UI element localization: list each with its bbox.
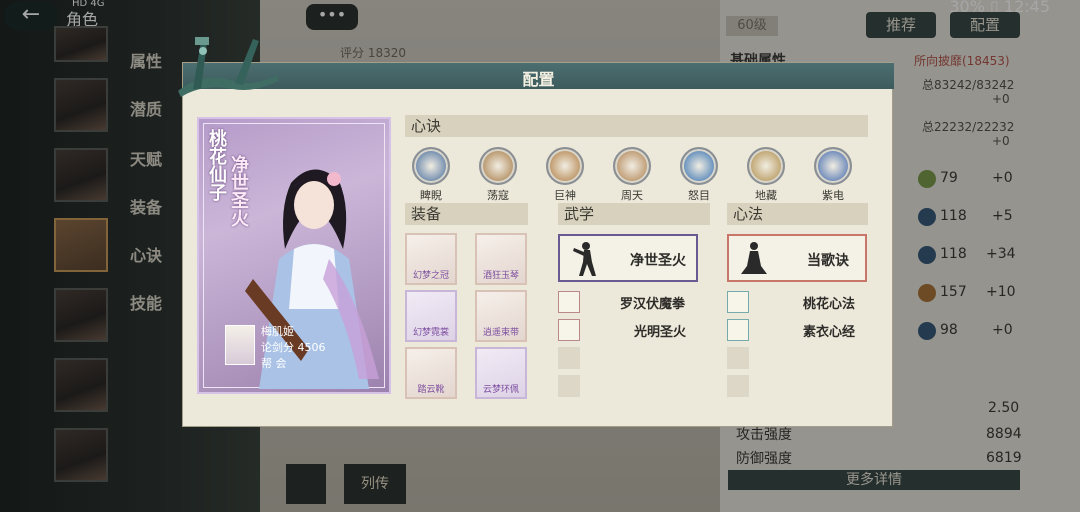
equipment-slot[interactable]: 酒狂玉琴 [475,233,527,285]
martial-sub-label: 罗汉伏魔拳 [620,297,686,312]
martial-sub-label: 光明圣火 [634,325,687,340]
empty-slot[interactable] [558,347,580,369]
meditation-pose-icon [741,242,767,274]
character-card[interactable]: 桃花仙子 净世圣火 梅肌姬 论剑分 4506 帮 会 [197,117,391,394]
inner-method-sub[interactable]: 素衣心经 [727,319,867,341]
inner-method-main[interactable]: 当歌诀 [727,234,867,282]
equipment-label: 云梦环佩 [482,385,519,395]
skill-icon [680,147,718,185]
skill-slot[interactable]: 巨神 [540,147,590,203]
skill-icon [479,147,517,185]
empty-slot[interactable] [727,375,749,397]
equipment-label: 逍遥束带 [482,328,519,338]
empty-slot[interactable] [558,375,580,397]
martial-arts-header: 武学 [558,203,710,225]
skill-label: 周天 [621,189,643,202]
martial-art-sub[interactable]: 罗汉伏魔拳 [558,291,708,313]
dialog-header: 配置 [183,63,894,89]
skill-icon [747,147,785,185]
pvp-score: 论剑分 4506 [261,341,326,354]
sword-ornament-icon [178,37,278,97]
equipment-slot[interactable]: 踏云靴 [405,347,457,399]
equipment-header: 装备 [405,203,528,225]
equipment-label: 踏云靴 [417,385,445,395]
skill-label: 睥睨 [420,189,442,202]
skill-label: 怒目 [688,189,710,202]
inner-sub-icon [727,291,749,313]
skill-icon [613,147,651,185]
martial-pose-icon [573,242,596,276]
skill-slot[interactable]: 荡寇 [473,147,523,203]
player-name: 梅肌姬 [261,325,294,338]
player-avatar [225,325,255,365]
inner-sub-icon [727,319,749,341]
skill-slot[interactable]: 怒目 [674,147,724,203]
heart-art-header: 心诀 [405,115,868,137]
skill-icon [814,147,852,185]
martial-art-main[interactable]: 净世圣火 [558,234,698,282]
equipment-slot[interactable]: 幻梦霓裳 [405,290,457,342]
skill-slot[interactable]: 周天 [607,147,657,203]
inner-method-sub[interactable]: 桃花心法 [727,291,867,313]
guild-label: 帮 会 [261,357,287,370]
skill-slot[interactable]: 睥睨 [406,147,456,203]
martial-sub-icon [558,291,580,313]
equipment-slot[interactable]: 幻梦之冠 [405,233,457,285]
inner-method-main-label: 当歌诀 [807,253,849,269]
skill-label: 荡寇 [487,189,509,202]
inner-method-header: 心法 [727,203,868,225]
skill-slot[interactable]: 地藏 [741,147,791,203]
character-nickname: 桃花仙子 [206,129,227,201]
martial-art-main-label: 净世圣火 [630,253,686,269]
skill-label: 紫电 [822,189,844,202]
equipment-label: 酒狂玉琴 [482,271,519,281]
skill-icon [412,147,450,185]
inner-sub-label: 桃花心法 [803,297,856,312]
skill-slot[interactable]: 紫电 [808,147,858,203]
skill-label: 巨神 [554,189,576,202]
skill-icon [546,147,584,185]
martial-art-sub[interactable]: 光明圣火 [558,319,708,341]
martial-sub-icon [558,319,580,341]
skill-label: 地藏 [755,189,777,202]
equipment-label: 幻梦霓裳 [412,328,449,338]
config-dialog: 配置 桃花仙子 净世圣火 梅肌姬 论剑分 4506 帮 会 心诀 睥睨 荡寇 巨… [178,37,894,427]
empty-slot[interactable] [727,347,749,369]
equipment-slot[interactable]: 云梦环佩 [475,347,527,399]
equipment-slot[interactable]: 逍遥束带 [475,290,527,342]
inner-sub-label: 素衣心经 [803,325,856,340]
dialog-title: 配置 [522,70,555,89]
equipment-label: 幻梦之冠 [412,271,449,281]
